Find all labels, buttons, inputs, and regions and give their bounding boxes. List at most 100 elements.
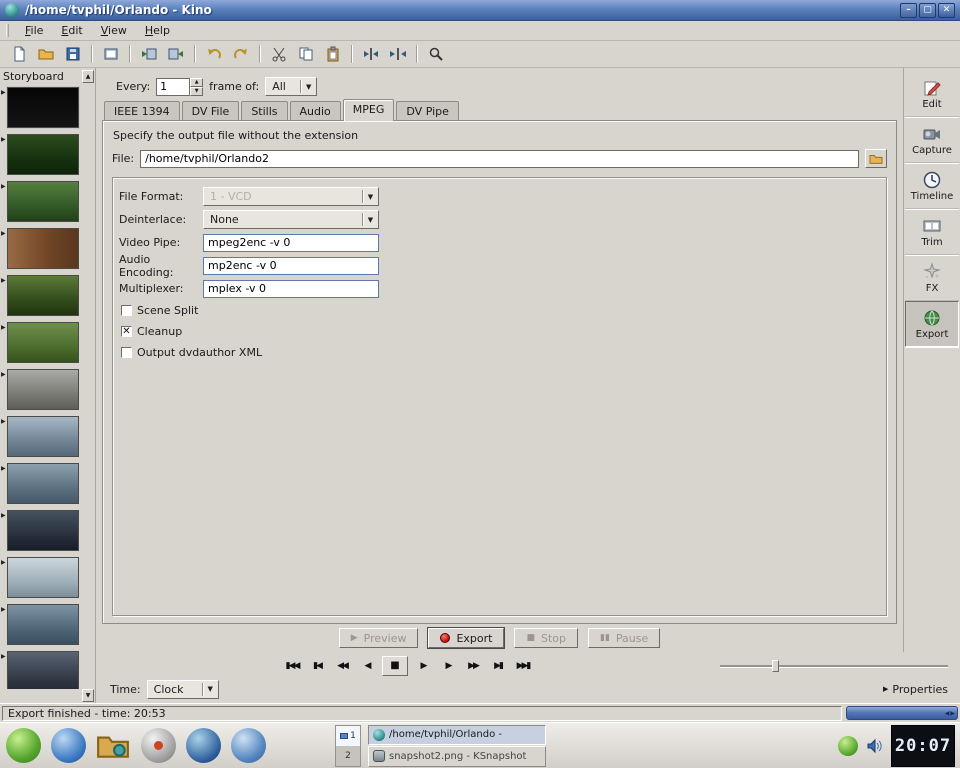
output-file-input[interactable] (140, 149, 859, 168)
web-browser-launcher[interactable] (47, 725, 89, 767)
tab-dv-file[interactable]: DV File (181, 101, 240, 120)
konqueror-launcher[interactable] (227, 725, 269, 767)
cleanup-checkbox[interactable]: ✕ (121, 326, 132, 337)
undo-button[interactable] (201, 43, 226, 66)
clip-thumbnail[interactable] (6, 181, 79, 222)
open-file-button[interactable] (33, 43, 58, 66)
home-folder-launcher[interactable] (92, 725, 134, 767)
clip-thumbnail[interactable] (6, 134, 79, 175)
frame-back-button[interactable]: ◀ (357, 656, 377, 676)
dvdauthor-xml-checkbox[interactable] (121, 347, 132, 358)
taskbar-clock[interactable]: 20:07 (891, 724, 955, 767)
paste-button[interactable] (320, 43, 345, 66)
insert-after-button[interactable] (163, 43, 188, 66)
desktop-pager[interactable]: 1 2 (335, 724, 361, 767)
audio-encoding-input[interactable] (203, 256, 379, 275)
menu-help[interactable]: Help (136, 22, 179, 39)
tab-mpeg[interactable]: MPEG (342, 99, 395, 121)
properties-link[interactable]: ▶ Properties (883, 683, 948, 696)
fast-forward-button[interactable]: ▶▶ (463, 656, 483, 676)
mode-fx-button[interactable]: FX (905, 255, 959, 301)
spin-up-icon[interactable]: ▲ (190, 77, 204, 87)
multiplexer-input[interactable] (203, 279, 379, 298)
tab-audio[interactable]: Audio (289, 101, 341, 120)
seek-end-button[interactable]: ▶▶▮ (513, 656, 533, 676)
maximize-button[interactable]: ▢ (919, 2, 936, 18)
volume-tray-button[interactable] (864, 735, 886, 757)
mode-capture-button[interactable]: Capture (905, 117, 959, 163)
mpeg-tab-panel: Specify the output file without the exte… (102, 120, 897, 624)
seek-start-button[interactable]: ▮◀◀ (282, 656, 302, 676)
tab-stills[interactable]: Stills (241, 101, 288, 120)
clip-thumbnail[interactable] (6, 463, 79, 504)
clip-thumbnail[interactable] (6, 369, 79, 410)
capture-frame-button[interactable] (98, 43, 123, 66)
close-button[interactable]: ✕ (938, 2, 955, 18)
play-button[interactable]: ▶ (413, 656, 433, 676)
cut-button[interactable] (266, 43, 291, 66)
time-format-select[interactable]: Clock ▼ (146, 679, 219, 699)
geeko-tray-button[interactable] (837, 735, 859, 757)
package-launcher[interactable] (137, 725, 179, 767)
messenger-launcher[interactable] (182, 725, 224, 767)
frame-forward-button[interactable]: ▶ (438, 656, 458, 676)
tab-ieee1394[interactable]: IEEE 1394 (104, 101, 180, 120)
split-clip-button[interactable] (358, 43, 383, 66)
clip-marker-icon: ▶ (1, 653, 6, 660)
clip-thumbnail[interactable] (6, 228, 79, 269)
file-label: File: (112, 152, 135, 165)
task-kino[interactable]: /home/tvphil/Orlando - (368, 724, 546, 745)
every-spinner[interactable]: ▲ ▼ (156, 77, 204, 96)
mode-timeline-button[interactable]: Timeline (905, 163, 959, 209)
task-ksnapshot[interactable]: snapshot2.png - KSnapshot (368, 746, 546, 767)
menu-file[interactable]: File (16, 22, 52, 39)
mode-edit-button[interactable]: Edit (905, 71, 959, 117)
next-scene-button[interactable]: ▶▮ (488, 656, 508, 676)
clip-thumbnail[interactable] (6, 275, 79, 316)
every-input[interactable] (156, 77, 191, 96)
clip-thumbnail[interactable] (6, 322, 79, 363)
menu-view[interactable]: View (92, 22, 136, 39)
rewind-button[interactable]: ◀◀ (332, 656, 352, 676)
mode-export-button[interactable]: Export (905, 301, 959, 347)
zoom-button[interactable] (423, 43, 448, 66)
save-file-button[interactable] (60, 43, 85, 66)
export-button[interactable]: Export (427, 627, 506, 649)
deinterlace-select[interactable]: None ▼ (203, 210, 379, 229)
clip-thumbnail[interactable] (6, 416, 79, 457)
new-file-button[interactable] (6, 43, 31, 66)
join-clips-button[interactable] (385, 43, 410, 66)
previous-scene-button[interactable]: ▮◀ (307, 656, 327, 676)
video-pipe-input[interactable] (203, 233, 379, 252)
kmenu-button[interactable] (2, 725, 44, 767)
scroll-up-icon[interactable]: ▲ (82, 70, 94, 83)
clip-thumbnail[interactable] (6, 510, 79, 551)
pager-window-preview (340, 732, 349, 739)
clip-thumbnail[interactable] (6, 604, 79, 645)
spin-down-icon[interactable]: ▼ (190, 86, 204, 96)
menu-edit[interactable]: Edit (52, 22, 91, 39)
slider-thumb[interactable] (772, 659, 780, 672)
mode-trim-button[interactable]: Trim (905, 209, 959, 255)
tab-dv-pipe[interactable]: DV Pipe (396, 101, 459, 120)
titlebar[interactable]: /home/tvphil/Orlando - Kino – ▢ ✕ (0, 0, 960, 21)
browse-button[interactable] (865, 149, 887, 168)
pager-desktop-1[interactable]: 1 (336, 725, 360, 746)
menubar-grip[interactable] (6, 24, 9, 37)
scroll-down-icon[interactable]: ▼ (82, 689, 94, 702)
shuttle-slider[interactable] (720, 658, 948, 674)
redo-button[interactable] (228, 43, 253, 66)
horizontal-scrollbar[interactable]: ◀ ▶ (846, 706, 958, 720)
clip-thumbnail[interactable] (5, 86, 80, 129)
pager-desktop-2[interactable]: 2 (336, 746, 360, 766)
minimize-button[interactable]: – (900, 2, 917, 18)
scroll-right-icon[interactable]: ▶ (950, 710, 955, 717)
scene-split-checkbox[interactable] (121, 305, 132, 316)
copy-button[interactable] (293, 43, 318, 66)
stop-transport-button[interactable]: ■ (382, 655, 408, 676)
clip-thumbnail[interactable] (6, 557, 79, 598)
scroll-left-icon[interactable]: ◀ (945, 710, 950, 717)
clip-thumbnail[interactable] (6, 651, 79, 689)
insert-before-button[interactable] (136, 43, 161, 66)
frame-of-select[interactable]: All ▼ (265, 77, 318, 96)
